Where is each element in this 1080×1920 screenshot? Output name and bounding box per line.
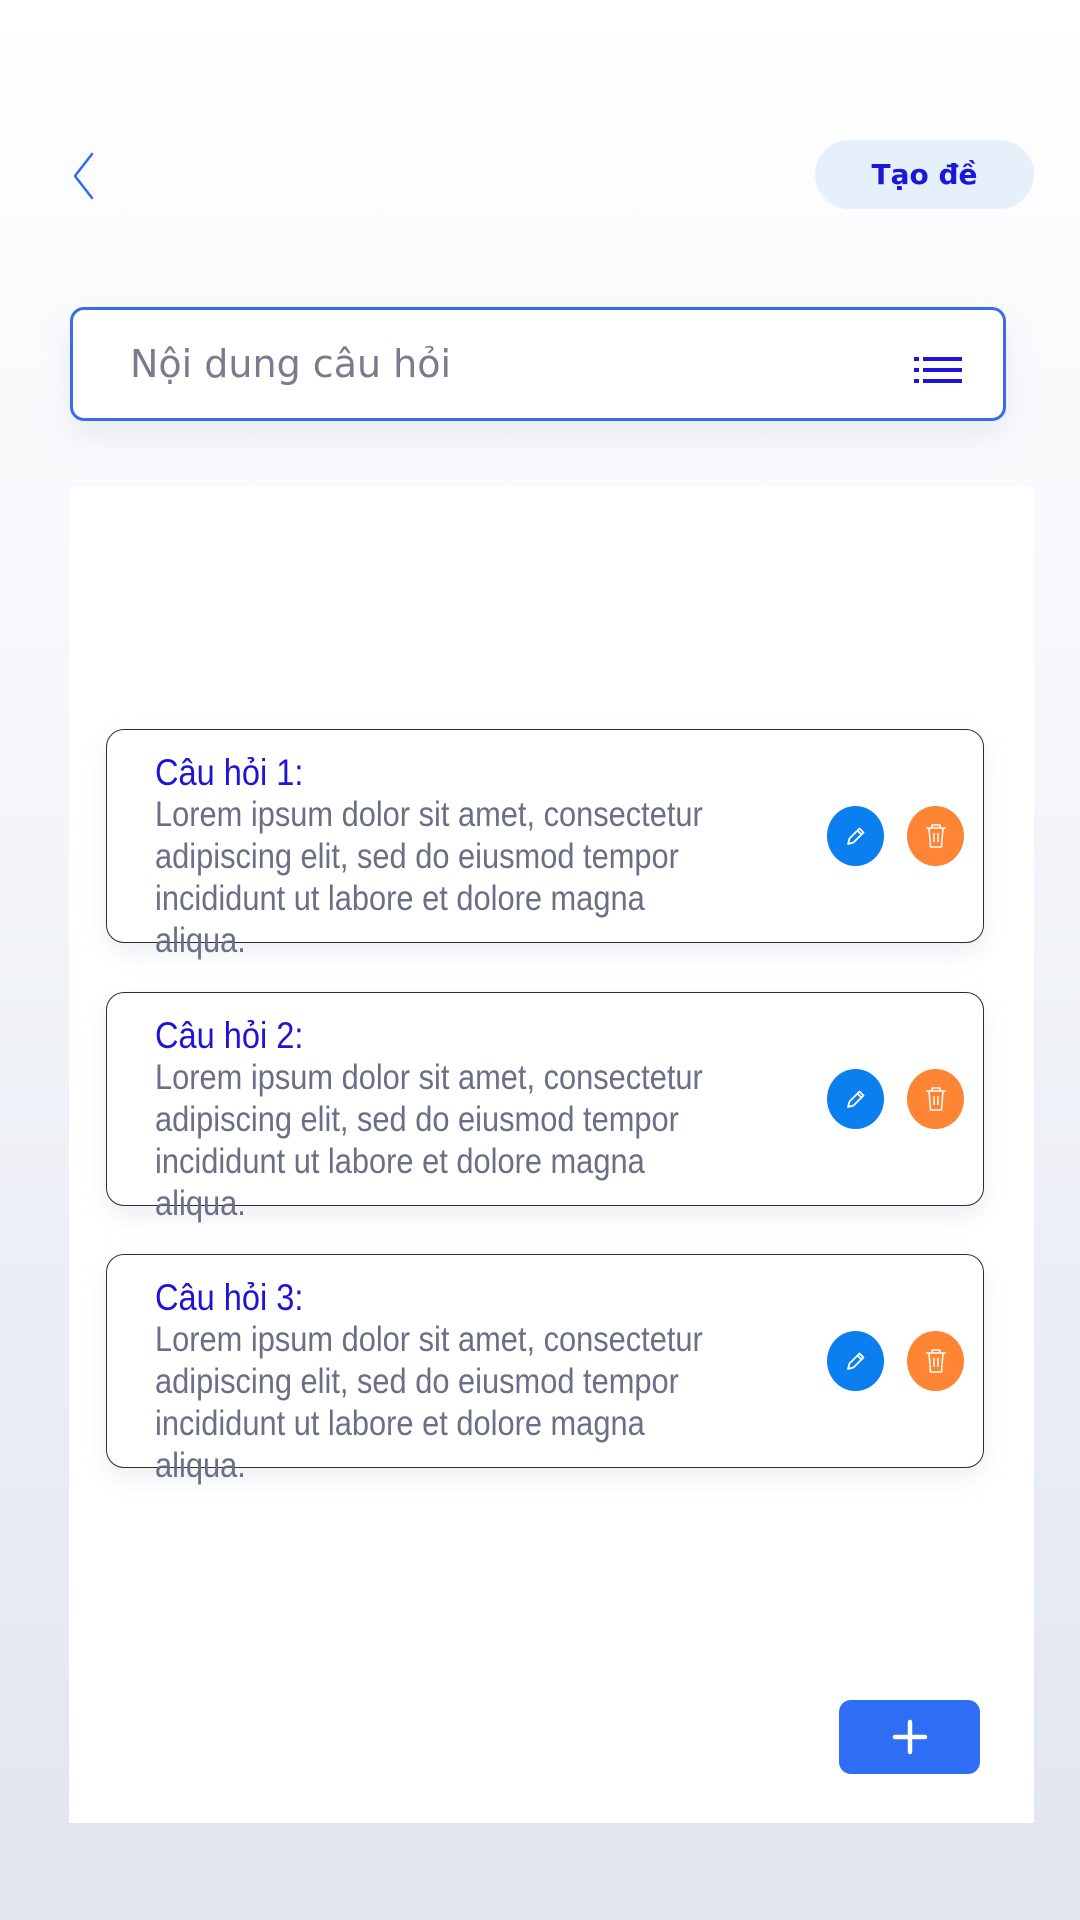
question-body: Lorem ipsum dolor sit amet, consectetur … <box>155 1320 703 1485</box>
back-button[interactable] <box>66 148 106 204</box>
question-card: Câu hỏi 2: Lorem ipsum dolor sit amet, c… <box>106 992 984 1223</box>
question-body: Lorem ipsum dolor sit amet, consectetur … <box>155 795 703 960</box>
question-card: Câu hỏi 3: Lorem ipsum dolor sit amet, c… <box>106 1254 984 1485</box>
pencil-icon <box>846 1090 864 1108</box>
question-body: Lorem ipsum dolor sit amet, consectetur … <box>155 1058 703 1223</box>
list-icon[interactable] <box>914 357 962 383</box>
delete-question-button[interactable] <box>907 1331 964 1391</box>
trash-icon <box>925 824 946 848</box>
delete-question-button[interactable] <box>907 806 964 866</box>
chevron-left-icon <box>73 152 94 200</box>
question-content-input[interactable] <box>130 310 850 418</box>
question-title: Câu hỏi 1: <box>155 752 304 793</box>
pencil-icon <box>846 1352 864 1370</box>
delete-question-button[interactable] <box>907 1069 964 1129</box>
question-list-panel: Câu hỏi 1: Lorem ipsum dolor sit amet, c… <box>69 487 1034 1823</box>
question-title: Câu hỏi 3: <box>155 1277 304 1318</box>
question-title: Câu hỏi 2: <box>155 1015 304 1056</box>
question-card: Câu hỏi 1: Lorem ipsum dolor sit amet, c… <box>106 729 984 960</box>
pencil-icon <box>846 827 864 845</box>
edit-question-button[interactable] <box>827 1331 884 1391</box>
add-question-button[interactable] <box>839 1700 980 1774</box>
edit-question-button[interactable] <box>827 1069 884 1129</box>
trash-icon <box>925 1087 946 1111</box>
plus-icon <box>892 1719 927 1755</box>
edit-question-button[interactable] <box>827 806 884 866</box>
question-search-field[interactable] <box>70 307 1006 421</box>
create-exam-button[interactable]: Tạo đề <box>815 140 1034 209</box>
trash-icon <box>925 1349 946 1373</box>
